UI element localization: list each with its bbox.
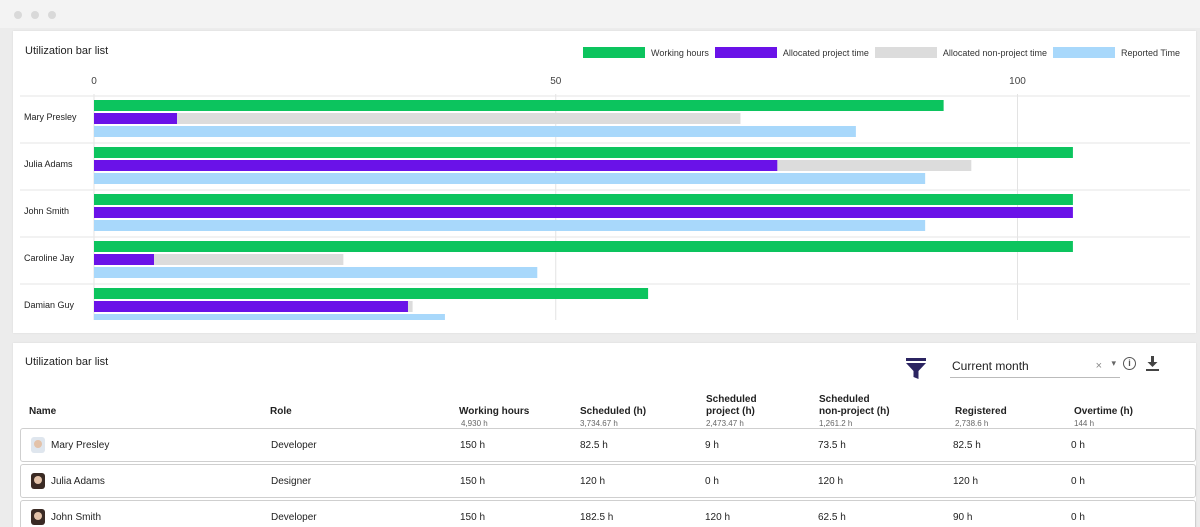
cell-scheduled: 182.5 h [580, 512, 614, 523]
header-line: Scheduled [819, 394, 870, 405]
column-header-scheduled[interactable]: Scheduled (h) [580, 406, 646, 418]
category-label: Caroline Jay [24, 253, 75, 263]
cell-scheduled: 120 h [580, 476, 606, 487]
bar-working-hours [94, 241, 1073, 252]
avatar [31, 473, 45, 489]
column-header-working-hours[interactable]: Working hours [459, 406, 529, 418]
header-line: project (h) [706, 406, 755, 417]
cell-name: Julia Adams [51, 476, 105, 487]
category-label: Damian Guy [24, 300, 75, 310]
category-label: Mary Presley [24, 112, 77, 122]
x-tick-label: 100 [1009, 76, 1026, 87]
bar-allocated-project [94, 254, 155, 265]
bar-allocated-project [94, 160, 778, 171]
table-row[interactable]: Mary Presley Developer 150 h 82.5 h 9 h … [20, 428, 1196, 462]
category-label: John Smith [24, 206, 69, 216]
bar-allocated-non-project [154, 254, 344, 265]
period-select-value: Current month [952, 359, 1029, 373]
column-header-name[interactable]: Name [29, 406, 56, 418]
avatar [31, 509, 45, 525]
cell-scheduled-non-project: 120 h [818, 476, 844, 487]
bar-allocated-non-project [177, 113, 741, 124]
cell-scheduled-non-project: 62.5 h [818, 512, 846, 523]
column-header-overtime[interactable]: Overtime (h) [1074, 406, 1133, 418]
header-line: non-project (h) [819, 406, 890, 417]
cell-role: Developer [271, 512, 317, 523]
column-header-registered[interactable]: Registered [955, 406, 1007, 418]
bar-reported-time [94, 126, 856, 137]
table-row[interactable]: John Smith Developer 150 h 182.5 h 120 h… [20, 500, 1196, 527]
x-tick-label: 50 [550, 76, 562, 87]
bar-reported-time [94, 314, 445, 320]
cell-overtime: 0 h [1071, 440, 1085, 451]
bar-working-hours [94, 147, 1073, 158]
table-card-title: Utilization bar list [25, 356, 109, 368]
cell-scheduled-project: 120 h [705, 512, 731, 523]
cell-scheduled-project: 0 h [705, 476, 719, 487]
cell-overtime: 0 h [1071, 476, 1085, 487]
avatar [31, 437, 45, 453]
cell-overtime: 0 h [1071, 512, 1085, 523]
column-total-scheduled-non-project: 1,261.2 h [819, 419, 853, 428]
cell-scheduled: 82.5 h [580, 440, 608, 451]
column-total-registered: 2,738.6 h [955, 419, 989, 428]
filter-icon[interactable] [906, 358, 926, 380]
utilization-bar-chart: 0 50 100 Mary Presley Julia Adams John Smith C… [20, 76, 1190, 320]
column-total-overtime: 144 h [1074, 419, 1095, 428]
cell-working-hours: 150 h [460, 476, 486, 487]
bar-allocated-project [94, 301, 408, 312]
bar-reported-time [94, 220, 926, 231]
download-icon[interactable] [1146, 356, 1159, 371]
cell-registered: 90 h [953, 512, 973, 523]
column-total-scheduled-project: 2,473.47 h [706, 419, 744, 428]
category-label: Julia Adams [24, 159, 73, 169]
column-header-scheduled-non-project[interactable]: Scheduled non-project (h) [819, 394, 890, 418]
bar-working-hours [94, 288, 649, 299]
column-total-scheduled: 3,734.67 h [580, 419, 618, 428]
bar-reported-time [94, 267, 538, 278]
bar-reported-time [94, 173, 926, 184]
cell-name: Mary Presley [51, 440, 110, 451]
cell-registered: 82.5 h [953, 440, 981, 451]
clear-icon[interactable]: × [1096, 360, 1102, 372]
header-line: Scheduled [706, 394, 757, 405]
bar-allocated-project [94, 113, 178, 124]
cell-scheduled-non-project: 73.5 h [818, 440, 846, 451]
cell-role: Developer [271, 440, 317, 451]
cell-scheduled-project: 9 h [705, 440, 719, 451]
bar-allocated-project [94, 207, 1073, 218]
column-header-scheduled-project[interactable]: Scheduled project (h) [706, 394, 757, 418]
cell-role: Designer [271, 476, 312, 487]
table-row[interactable]: Julia Adams Designer 150 h 120 h 0 h 120… [20, 464, 1196, 498]
cell-working-hours: 150 h [460, 512, 486, 523]
column-header-role[interactable]: Role [270, 406, 292, 418]
chevron-down-icon[interactable]: ▾ [1111, 358, 1116, 369]
bar-working-hours [94, 100, 944, 111]
cell-working-hours: 150 h [460, 440, 486, 451]
x-tick-label: 0 [91, 76, 97, 87]
bar-allocated-non-project [777, 160, 972, 171]
bar-allocated-non-project [407, 301, 413, 312]
column-total-working-hours: 4,930 h [461, 419, 488, 428]
period-select[interactable]: Current month × ▾ [950, 354, 1120, 378]
cell-registered: 120 h [953, 476, 979, 487]
bar-working-hours [94, 194, 1073, 205]
cell-name: John Smith [51, 512, 102, 523]
info-icon[interactable]: i [1123, 357, 1136, 370]
